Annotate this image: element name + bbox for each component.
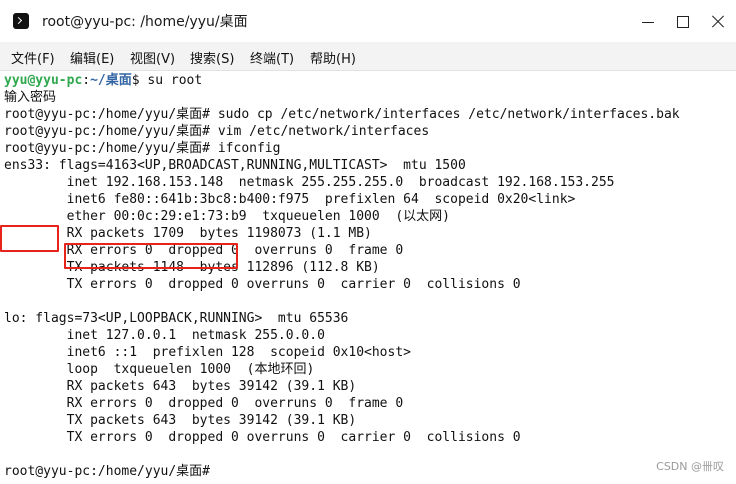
terminal-line: RX packets 1709 bytes 1198073 (1.1 MB) [4,226,372,241]
prompt-path: ~/桌面 [90,73,132,88]
ip-address-highlight [64,243,238,269]
terminal-line: inet6 ::1 prefixlen 128 scopeid 0x10<hos… [4,345,411,360]
menu-search[interactable]: 搜索(S) [190,48,234,67]
menu-bar: 文件(F) 编辑(E) 视图(V) 搜索(S) 终端(T) 帮助(H) [0,42,736,71]
menu-view[interactable]: 视图(V) [130,48,175,67]
terminal-line: RX errors 0 dropped 0 overruns 0 frame 0 [4,396,404,411]
terminal-line: inet 192.168.153.148 netmask 255.255.255… [4,175,615,190]
prompt-user: yyu@yyu-pc [4,73,83,88]
terminal-line: lo: flags=73<UP,LOOPBACK,RUNNING> mtu 65… [4,311,349,326]
terminal-line: root@yyu-pc:/home/yyu/桌面# vim /etc/netwo… [4,124,430,139]
terminal-line: inet6 fe80::641b:3bc8:b400:f975 prefixle… [4,192,576,207]
terminal-line: ether 00:0c:29:e1:73:b9 txqueuelen 1000 … [4,209,450,224]
window-title: root@yyu-pc: /home/yyu/桌面 [42,14,248,30]
terminal-app-icon [13,13,29,29]
minimize-icon[interactable] [634,9,662,35]
terminal-line: inet 127.0.0.1 netmask 255.0.0.0 [4,328,325,343]
prompt-separator: : [82,73,91,88]
terminal-window: root@yyu-pc: /home/yyu/桌面 文件(F) 编辑(E) 视图… [0,0,736,484]
menu-help[interactable]: 帮助(H) [310,48,356,67]
terminal-line: root@yyu-pc:/home/yyu/桌面# ifconfig [4,141,281,156]
prompt-line: yyu@yyu-pc:~/桌面$ su root [4,72,202,89]
terminal-line: root@yyu-pc:/home/yyu/桌面# [4,464,218,479]
close-icon[interactable] [704,9,732,35]
menu-terminal[interactable]: 终端(T) [250,48,294,67]
terminal-line: RX packets 643 bytes 39142 (39.1 KB) [4,379,357,394]
terminal-line: TX packets 643 bytes 39142 (39.1 KB) [4,413,357,428]
terminal-line: root@yyu-pc:/home/yyu/桌面# sudo cp /etc/n… [4,107,680,122]
terminal-line: TX errors 0 dropped 0 overruns 0 carrier… [4,277,521,292]
terminal-line: 输入密码 [4,90,57,105]
menu-file[interactable]: 文件(F) [11,48,55,67]
terminal-line: loop txqueuelen 1000 (本地环回) [4,362,315,377]
prompt-command: $ su root [131,73,203,88]
watermark: CSDN @卌叹 [656,460,724,473]
menu-edit[interactable]: 编辑(E) [70,48,114,67]
title-bar[interactable]: root@yyu-pc: /home/yyu/桌面 [0,0,736,42]
interface-name-highlight [0,225,59,252]
maximize-icon[interactable] [669,9,697,35]
terminal-output[interactable]: yyu@yyu-pc:~/桌面$ su root 输入密码 root@yyu-p… [0,71,736,484]
terminal-line: TX errors 0 dropped 0 overruns 0 carrier… [4,430,521,445]
terminal-line: ens33: flags=4163<UP,BROADCAST,RUNNING,M… [4,158,466,173]
